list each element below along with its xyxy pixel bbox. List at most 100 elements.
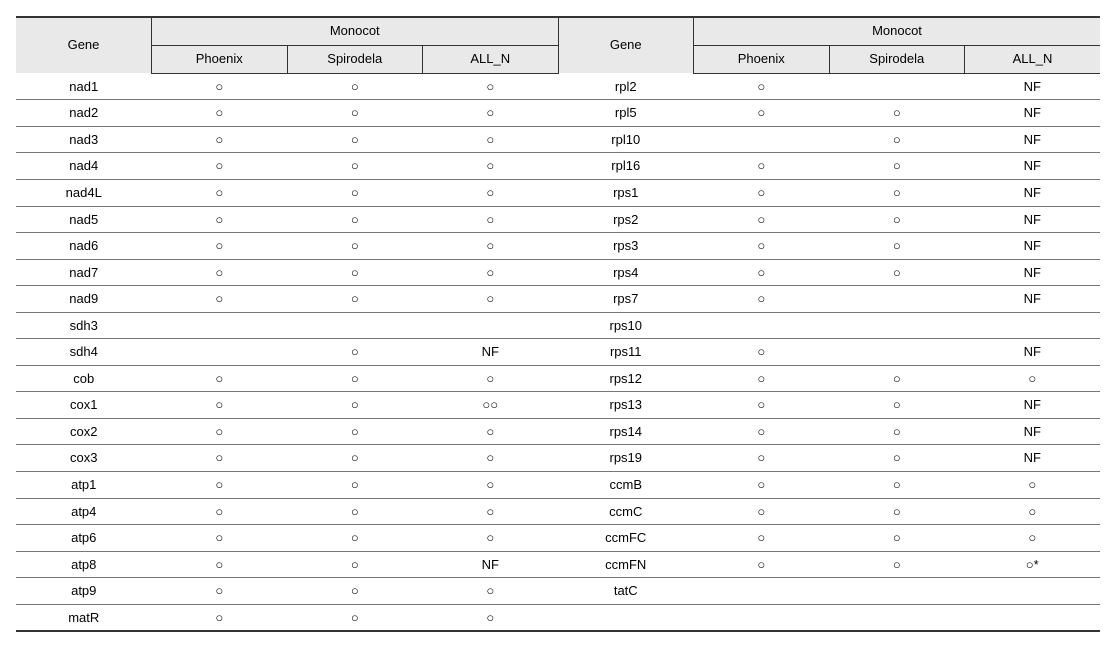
cell-geneL: cox3	[16, 445, 152, 472]
cell-geneR: ccmC	[558, 498, 694, 525]
cell-geneR: rps14	[558, 418, 694, 445]
cell-geneL: nad7	[16, 259, 152, 286]
cell-spirodelaL: ○	[287, 604, 423, 631]
cell-phoenixR: ○	[694, 525, 830, 552]
table-row: atp8○○NFccmFN○○○*	[16, 551, 1100, 578]
table-row: atp6○○○ccmFC○○○	[16, 525, 1100, 552]
cell-spirodelaL: ○	[287, 233, 423, 260]
cell-allnL: ○	[423, 73, 559, 100]
cell-spirodelaR: ○	[829, 471, 965, 498]
cell-spirodelaR: ○	[829, 259, 965, 286]
cell-spirodelaL: ○	[287, 73, 423, 100]
cell-spirodelaL: ○	[287, 339, 423, 366]
cell-phoenixR	[694, 312, 830, 339]
cell-geneL: nad5	[16, 206, 152, 233]
cell-geneR: rps3	[558, 233, 694, 260]
cell-geneL: nad3	[16, 126, 152, 153]
cell-geneL: atp9	[16, 578, 152, 605]
cell-geneR: rps2	[558, 206, 694, 233]
cell-phoenixL: ○	[152, 153, 288, 180]
cell-spirodelaR	[829, 286, 965, 313]
table-row: nad1○○○rpl2○NF	[16, 73, 1100, 100]
cell-spirodelaR: ○	[829, 233, 965, 260]
cell-phoenixL: ○	[152, 286, 288, 313]
cell-geneL: sdh4	[16, 339, 152, 366]
header-phoenix-left: Phoenix	[152, 45, 288, 73]
cell-spirodelaR: ○	[829, 206, 965, 233]
table-row: nad7○○○rps4○○NF	[16, 259, 1100, 286]
cell-allnR: NF	[965, 73, 1101, 100]
cell-phoenixL: ○	[152, 100, 288, 127]
cell-allnR: NF	[965, 418, 1101, 445]
cell-phoenixL: ○	[152, 259, 288, 286]
cell-phoenixR: ○	[694, 551, 830, 578]
cell-allnR: NF	[965, 126, 1101, 153]
cell-spirodelaR: ○	[829, 551, 965, 578]
cell-phoenixL: ○	[152, 418, 288, 445]
cell-phoenixR	[694, 126, 830, 153]
cell-geneL: cox1	[16, 392, 152, 419]
cell-allnR: NF	[965, 392, 1101, 419]
table-row: sdh3 rps10	[16, 312, 1100, 339]
header-group-left: Monocot	[152, 17, 559, 45]
table-body: nad1○○○rpl2○NFnad2○○○rpl5○○NFnad3○○○rpl1…	[16, 73, 1100, 631]
cell-geneR: rpl2	[558, 73, 694, 100]
cell-geneL: atp4	[16, 498, 152, 525]
cell-phoenixL: ○	[152, 471, 288, 498]
table-row: cox3○○○rps19○○NF	[16, 445, 1100, 472]
cell-phoenixR: ○	[694, 233, 830, 260]
table-row: atp9○○○tatC	[16, 578, 1100, 605]
cell-phoenixL: ○	[152, 179, 288, 206]
cell-phoenixL	[152, 339, 288, 366]
cell-geneR: rps10	[558, 312, 694, 339]
cell-phoenixR: ○	[694, 365, 830, 392]
cell-spirodelaL: ○	[287, 418, 423, 445]
cell-spirodelaR: ○	[829, 418, 965, 445]
cell-allnR	[965, 604, 1101, 631]
cell-spirodelaL: ○	[287, 551, 423, 578]
cell-geneL: nad1	[16, 73, 152, 100]
cell-spirodelaR: ○	[829, 100, 965, 127]
cell-geneR: rpl10	[558, 126, 694, 153]
cell-allnL: ○	[423, 206, 559, 233]
cell-geneL: sdh3	[16, 312, 152, 339]
cell-geneL: atp8	[16, 551, 152, 578]
cell-phoenixR	[694, 578, 830, 605]
cell-geneR: rps12	[558, 365, 694, 392]
cell-allnR: NF	[965, 259, 1101, 286]
cell-allnL: NF	[423, 339, 559, 366]
cell-allnL: ○	[423, 153, 559, 180]
cell-geneR: ccmFC	[558, 525, 694, 552]
cell-geneL: nad6	[16, 233, 152, 260]
cell-allnL: ○	[423, 259, 559, 286]
cell-geneR: rps11	[558, 339, 694, 366]
table-row: sdh4○NFrps11○NF	[16, 339, 1100, 366]
table-row: atp4○○○ccmC○○○	[16, 498, 1100, 525]
cell-allnR: NF	[965, 233, 1101, 260]
cell-geneL: atp1	[16, 471, 152, 498]
cell-geneR: rps7	[558, 286, 694, 313]
cell-phoenixR: ○	[694, 339, 830, 366]
cell-spirodelaL: ○	[287, 471, 423, 498]
cell-spirodelaL: ○	[287, 259, 423, 286]
cell-allnL: ○	[423, 233, 559, 260]
cell-geneR: rps19	[558, 445, 694, 472]
header-group-right: Monocot	[694, 17, 1101, 45]
table-row: nad9○○○rps7○NF	[16, 286, 1100, 313]
cell-spirodelaL: ○	[287, 100, 423, 127]
cell-spirodelaR	[829, 339, 965, 366]
cell-geneR: tatC	[558, 578, 694, 605]
cell-allnR: NF	[965, 100, 1101, 127]
cell-spirodelaL: ○	[287, 153, 423, 180]
cell-geneL: matR	[16, 604, 152, 631]
cell-spirodelaL: ○	[287, 392, 423, 419]
header-spirodela-right: Spirodela	[829, 45, 965, 73]
cell-spirodelaL: ○	[287, 365, 423, 392]
cell-spirodelaR: ○	[829, 392, 965, 419]
cell-spirodelaR	[829, 312, 965, 339]
cell-allnL: ○	[423, 525, 559, 552]
cell-allnR: NF	[965, 339, 1101, 366]
cell-allnR: ○	[965, 525, 1101, 552]
cell-spirodelaR: ○	[829, 153, 965, 180]
cell-phoenixR: ○	[694, 498, 830, 525]
